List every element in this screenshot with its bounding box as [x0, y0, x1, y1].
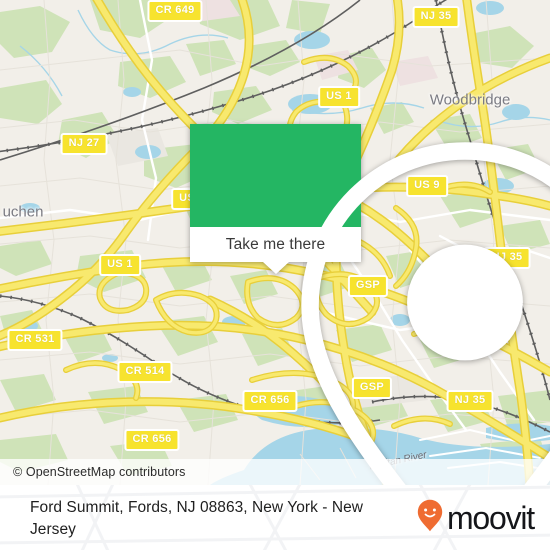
road-shield: US 1 — [318, 86, 360, 108]
road-shield: CR 531 — [7, 329, 63, 351]
popup-pointer-tail — [262, 262, 289, 274]
road-shield: CR 514 — [117, 361, 173, 383]
place-label: Woodbridge — [429, 91, 511, 109]
moovit-smiley-pin-icon — [417, 499, 443, 537]
road-shield: US 1 — [99, 254, 141, 276]
road-shield: NJ 35 — [412, 6, 460, 28]
road-shield: CR 649 — [147, 0, 203, 22]
moovit-map-screenshot: .grn { fill:#cfe3b8; } .wtr { fill:#a5d5… — [0, 0, 550, 550]
popup-icon-panel — [190, 124, 550, 485]
road-shield: NJ 27 — [60, 133, 108, 155]
moovit-wordmark: moovit — [446, 500, 535, 536]
map-canvas[interactable]: .grn { fill:#cfe3b8; } .wtr { fill:#a5d5… — [0, 0, 550, 485]
road-shield: CR 656 — [124, 429, 180, 451]
moovit-logo[interactable]: moovit — [417, 499, 535, 537]
bottom-info-bar: Ford Summit, Fords, NJ 08863, New York -… — [0, 485, 550, 550]
map-attribution-bar: © OpenStreetMap contributors — [0, 459, 550, 485]
place-title: Ford Summit, Fords, NJ 08863, New York -… — [30, 499, 363, 538]
place-label: uchen — [2, 203, 44, 221]
openstreetmap-attribution[interactable]: © OpenStreetMap contributors — [0, 465, 186, 479]
take-me-there-button[interactable]: Take me there — [190, 227, 361, 262]
location-popup-card[interactable]: Take me there — [190, 124, 550, 485]
take-me-there-label: Take me there — [225, 235, 326, 253]
